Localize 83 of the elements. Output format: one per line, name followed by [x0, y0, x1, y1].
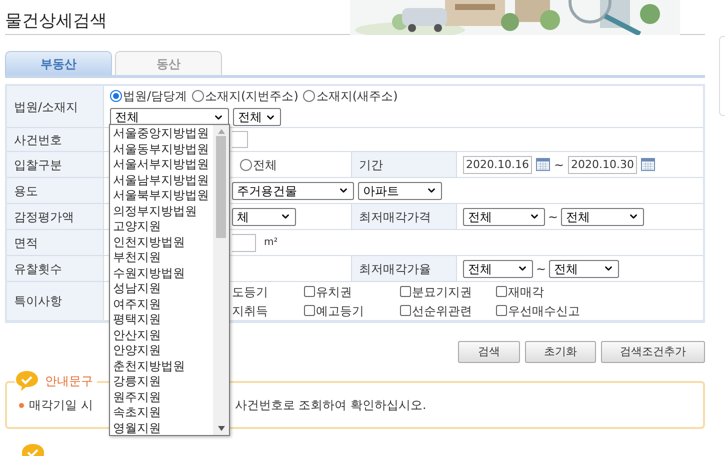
action-button[interactable]: 검색: [458, 341, 520, 363]
bullet-icon: [19, 402, 24, 408]
checkbox[interactable]: [400, 305, 411, 316]
scrollbar[interactable]: [213, 125, 229, 435]
field-label: 사건번호: [14, 132, 62, 148]
range-separator: ~: [554, 156, 564, 174]
radio-label: 전체: [253, 156, 277, 174]
radio-label: 소재지(지번주소): [205, 88, 298, 105]
field-label: 감정평가액: [14, 208, 74, 226]
radio-label: 법원/담당계: [123, 88, 188, 105]
option-label: 지취득: [232, 302, 268, 320]
date-field[interactable]: 2020.10.30: [568, 156, 638, 174]
unit-label: m²: [264, 236, 278, 250]
field-label: 최저매각가율: [359, 260, 431, 278]
checkbox-label: 유치권: [316, 284, 352, 300]
field-label: 용도: [14, 182, 38, 200]
calendar-icon[interactable]: [536, 158, 550, 171]
dropdown-option[interactable]: 성남지원: [110, 281, 213, 296]
checkbox[interactable]: [304, 286, 315, 297]
checkbox[interactable]: [400, 286, 411, 297]
dropdown-option[interactable]: 서울남부지방법원: [110, 172, 213, 188]
field-label: 면적: [14, 234, 38, 252]
field-label: 특이사항: [14, 293, 62, 310]
dropdown-option[interactable]: 서울중앙지방법원: [110, 126, 213, 142]
scroll-down-icon[interactable]: [218, 426, 224, 431]
dropdown-option[interactable]: 서울북부지방법원: [110, 188, 213, 204]
dropdown-option[interactable]: 서울동부지방법원: [110, 142, 213, 157]
dropdown-option[interactable]: 안산지원: [110, 328, 213, 343]
dropdown-option[interactable]: 서울서부지방법원: [110, 157, 213, 172]
checkbox-label: 분묘기지권: [412, 284, 472, 300]
dropdown-option[interactable]: 안양지원: [110, 343, 213, 358]
dropdown-option[interactable]: 고양지원: [110, 219, 213, 234]
date-field[interactable]: 2020.10.16: [463, 156, 532, 174]
dropdown-option[interactable]: 여주지원: [110, 296, 213, 312]
input-field[interactable]: [232, 234, 256, 252]
dropdown-option[interactable]: 의정부지방법원: [110, 204, 213, 219]
dropdown-option[interactable]: 수원지방법원: [110, 266, 213, 281]
range-separator: ~: [536, 260, 546, 278]
radio-button[interactable]: [110, 90, 122, 102]
field-label: 최저매각가격: [359, 208, 431, 226]
page-title: 물건상세검색: [5, 10, 107, 33]
dropdown-option[interactable]: 부천지원: [110, 250, 213, 266]
select-field[interactable]: 전체: [463, 260, 533, 278]
radio-button[interactable]: [240, 158, 252, 170]
scrollbar-thumb[interactable]: [216, 136, 226, 238]
checkbox-label: 재매각: [508, 284, 544, 300]
dropdown-option[interactable]: 영월지원: [110, 420, 213, 436]
dropdown-option[interactable]: 강릉지원: [110, 374, 213, 390]
select-field[interactable]: 전체: [463, 208, 545, 226]
checkbox[interactable]: [496, 286, 507, 297]
dropdown-option[interactable]: 속초지원: [110, 405, 213, 420]
action-button[interactable]: 초기화: [525, 341, 596, 363]
field-label: 기간: [359, 156, 383, 174]
range-separator: ~: [548, 208, 558, 226]
action-button[interactable]: 검색조건추가: [601, 341, 705, 363]
field-label: 법원/소재지: [14, 98, 78, 116]
dropdown-option[interactable]: 평택지원: [110, 312, 213, 328]
select-field[interactable]: 전체: [549, 260, 620, 278]
select-field[interactable]: 아파트: [358, 182, 442, 200]
notice-text: 사건번호로 조회하여 확인하십시오.: [234, 397, 426, 414]
select-field[interactable]: 전체: [561, 208, 644, 226]
checkbox[interactable]: [496, 305, 507, 316]
radio-button[interactable]: [192, 90, 204, 102]
select-field[interactable]: 체: [232, 208, 296, 226]
input-field[interactable]: [232, 131, 248, 148]
dropdown-option[interactable]: 원주지원: [110, 390, 213, 405]
checkbox[interactable]: [304, 305, 315, 316]
notice-title: 안내문구: [45, 373, 93, 390]
checkbox-label: 우선매수신고: [508, 302, 580, 320]
option-label: 도등기: [232, 284, 268, 300]
radio-button[interactable]: [303, 90, 316, 102]
field-label: 입찰구분: [14, 156, 62, 174]
select-field[interactable]: 주거용건물: [232, 182, 354, 200]
select-field[interactable]: 전체: [233, 108, 281, 126]
dropdown-option[interactable]: 춘천지방법원: [110, 358, 213, 374]
checkbox-label: 예고등기: [316, 302, 364, 320]
radio-label: 소재지(새주소): [316, 88, 398, 105]
field-label: 유찰횟수: [14, 260, 62, 278]
calendar-icon[interactable]: [641, 158, 656, 171]
checkbox-label: 선순위관련: [412, 302, 472, 320]
tab[interactable]: 부동산: [5, 51, 112, 75]
dropdown-option[interactable]: 인천지방법원: [110, 234, 213, 250]
notice-text: 매각기일 시: [29, 397, 93, 414]
